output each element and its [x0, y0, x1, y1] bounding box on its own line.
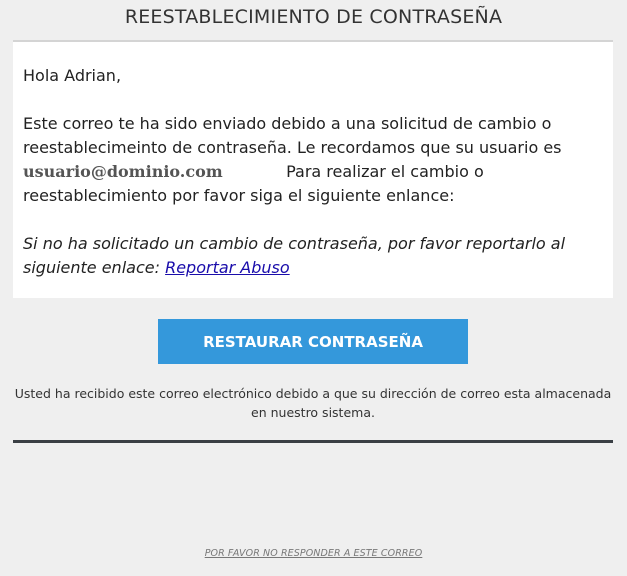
greeting-text: Hola Adrian,	[23, 66, 122, 85]
abuse-note-text: Si no ha solicitado un cambio de contras…	[23, 234, 566, 277]
message-card: Hola Adrian, Este correo te ha sido envi…	[13, 40, 613, 298]
username-text: usuario@dominio.com	[23, 162, 223, 181]
footer-divider	[13, 440, 613, 443]
no-reply-notice: POR FAVOR NO RESPONDER A ESTE CORREO	[204, 548, 423, 559]
restore-password-button[interactable]: RESTAURAR CONTRASEÑA	[158, 319, 468, 364]
body-intro-text: Este correo te ha sido enviado debido a …	[23, 114, 562, 157]
email-title: REESTABLECIMIENTO DE CONTRASEÑA	[124, 6, 503, 28]
report-abuse-link[interactable]: Reportar Abuso	[165, 258, 290, 277]
footer-notice: Usted ha recibido este correo electrónic…	[14, 386, 612, 420]
message-body: Este correo te ha sido enviado debido a …	[23, 112, 608, 208]
abuse-note: Si no ha solicitado un cambio de contras…	[23, 232, 608, 280]
